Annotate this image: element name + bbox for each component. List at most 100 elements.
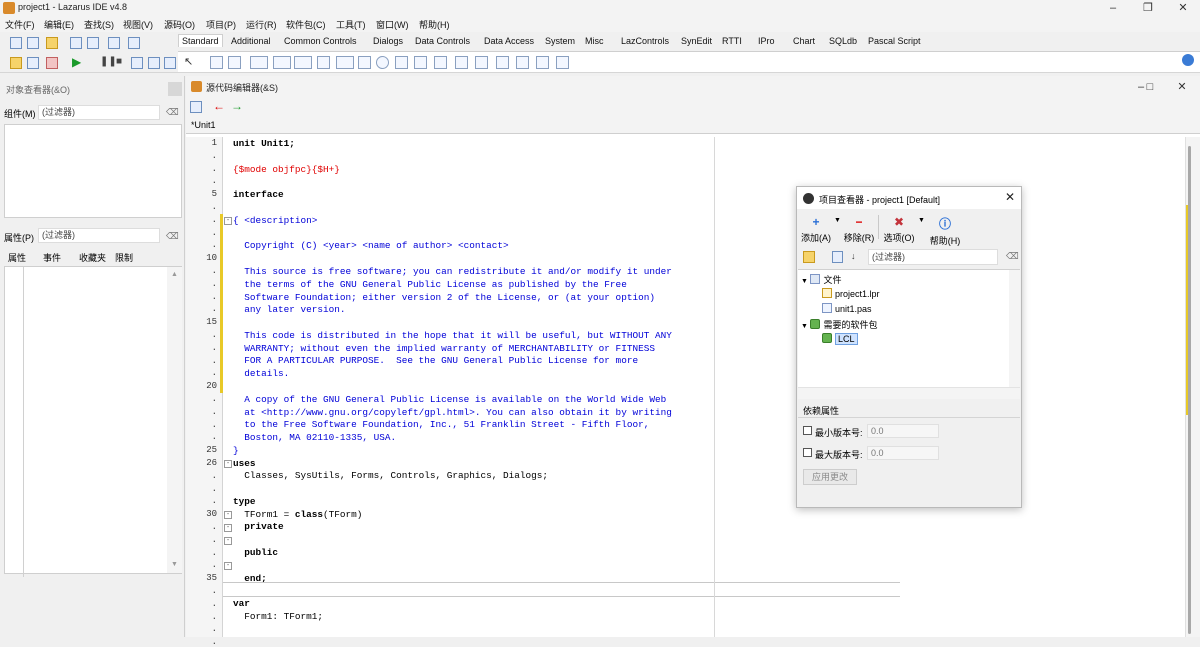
open-folder-icon[interactable]	[803, 251, 815, 263]
menu-window[interactable]: 窗口(W)	[376, 18, 409, 31]
step-over-icon[interactable]	[148, 57, 160, 69]
build-mode-icon[interactable]	[46, 57, 58, 69]
tradiobutton-icon[interactable]	[376, 56, 389, 69]
menu-view[interactable]: 视图(V)	[123, 18, 153, 31]
maximize-button[interactable]: ❐	[1131, 0, 1165, 17]
fold-toggle-icon[interactable]: -	[224, 524, 232, 532]
palette-tab-common-controls[interactable]: Common Controls	[284, 36, 357, 46]
palette-tab-standard[interactable]: Standard	[178, 34, 223, 47]
editor-scroll-thumb[interactable]	[1188, 146, 1191, 634]
remove-button[interactable]: − 移除(R)	[841, 209, 877, 247]
menu-source[interactable]: 源码(O)	[164, 18, 195, 31]
fold-toggle-icon[interactable]: -	[224, 511, 232, 520]
palette-tab-rtti[interactable]: RTTI	[722, 36, 742, 46]
view-forms-icon[interactable]	[10, 57, 22, 69]
tedit-icon[interactable]	[294, 56, 312, 69]
menu-run[interactable]: 运行(R)	[246, 18, 277, 31]
palette-tab-lazcontrols[interactable]: LazControls	[621, 36, 669, 46]
tgroupbox-icon[interactable]	[455, 56, 468, 69]
stop-icon[interactable]: ■	[116, 56, 122, 67]
sort-alpha-icon[interactable]: ↓	[851, 251, 856, 261]
property-grid-scrollbar[interactable]: ▲ ▼	[167, 267, 182, 573]
tcombobox-icon[interactable]	[414, 56, 427, 69]
pause-icon[interactable]: ❚❚	[100, 56, 117, 67]
tab-favorites[interactable]: 收藏夹	[79, 251, 106, 264]
jump-forward-icon[interactable]: →	[231, 99, 243, 113]
tab-properties[interactable]: 属性	[8, 251, 26, 264]
tab-restricted[interactable]: 限制	[115, 251, 133, 264]
tree-node-packages[interactable]: ▼ 需要的软件包	[801, 318, 877, 331]
menu-package[interactable]: 软件包(C)	[286, 18, 326, 31]
menu-help[interactable]: 帮助(H)	[419, 18, 450, 31]
tactionlist-icon[interactable]	[556, 56, 569, 69]
tpopupmenu-icon[interactable]	[228, 56, 241, 69]
fold-toggle-icon[interactable]: -	[224, 460, 232, 468]
options-dropdown-icon[interactable]: ▼	[918, 217, 925, 224]
clear-filter-icon[interactable]: ⌫	[166, 107, 179, 118]
menu-tools[interactable]: 工具(T)	[336, 18, 366, 31]
fold-toggle-icon[interactable]: -	[224, 216, 232, 225]
tpanel-icon[interactable]	[516, 56, 529, 69]
palette-tab-misc[interactable]: Misc	[585, 36, 604, 46]
tree-node-files[interactable]: ▼ 文件	[801, 273, 841, 286]
max-version-checkbox[interactable]	[803, 448, 812, 457]
project-tree[interactable]: ▼ 文件 project1.lpr unit1.pas ▼ 需要的软件包 LCL	[798, 269, 1020, 389]
fold-toggle-icon[interactable]: -	[224, 562, 232, 571]
save-all-icon[interactable]	[87, 37, 99, 49]
property-grid[interactable]: ▲ ▼	[4, 266, 182, 577]
tframe-icon[interactable]	[536, 56, 549, 69]
tscrollbar-icon[interactable]	[434, 56, 447, 69]
step-into-icon[interactable]	[131, 57, 143, 69]
clear-props-filter-icon[interactable]: ⌫	[166, 231, 179, 242]
apply-changes-button[interactable]: 应用更改	[803, 469, 857, 485]
view-units-icon[interactable]	[128, 37, 140, 49]
expand-icon[interactable]: ▼	[801, 323, 808, 330]
clear-project-filter-icon[interactable]: ⌫	[1006, 251, 1019, 262]
min-version-input[interactable]: 0.0	[867, 424, 939, 438]
tree-node-unit1-pas[interactable]: unit1.pas	[822, 303, 872, 314]
tree-node-project1-lpr[interactable]: project1.lpr	[822, 288, 880, 299]
tradiogroup-icon[interactable]	[475, 56, 488, 69]
palette-tab-data-access[interactable]: Data Access	[484, 36, 534, 46]
component-tree[interactable]	[4, 124, 182, 218]
expand-icon[interactable]: ▼	[801, 278, 808, 285]
toggle-form-icon[interactable]	[108, 37, 120, 49]
min-version-checkbox[interactable]	[803, 426, 812, 435]
object-inspector-pin-icon[interactable]	[168, 82, 182, 96]
editor-close-button[interactable]: ✕	[1170, 79, 1194, 96]
tmemo-icon[interactable]	[317, 56, 330, 69]
jump-list-icon[interactable]	[190, 101, 202, 113]
props-filter-input[interactable]: (过滤器)	[38, 228, 160, 243]
options-button[interactable]: ✖ 选项(O)	[881, 209, 917, 247]
tmainmenu-icon[interactable]	[210, 56, 223, 69]
tcheckgroup-icon[interactable]	[496, 56, 509, 69]
project-icon[interactable]	[27, 57, 39, 69]
palette-tab-additional[interactable]: Additional	[231, 36, 271, 46]
tlabel-icon[interactable]	[273, 56, 291, 69]
palette-tab-system[interactable]: System	[545, 36, 575, 46]
new-form-icon[interactable]	[27, 37, 39, 49]
components-filter-input[interactable]: (过滤器)	[38, 105, 160, 120]
menu-file[interactable]: 文件(F)	[5, 18, 35, 31]
sort-icon[interactable]	[832, 251, 843, 263]
add-button[interactable]: + 添加(A)	[799, 209, 833, 247]
scroll-up-icon[interactable]: ▲	[171, 271, 178, 278]
palette-tab-sqldb[interactable]: SQLdb	[829, 36, 857, 46]
palette-tab-ipro[interactable]: IPro	[758, 36, 775, 46]
fold-toggle-icon[interactable]: -	[224, 536, 232, 545]
project-filter-input[interactable]: (过滤器)	[868, 249, 998, 265]
open-icon[interactable]	[46, 37, 58, 49]
add-dropdown-icon[interactable]: ▼	[834, 217, 841, 224]
tlistbox-icon[interactable]	[395, 56, 408, 69]
tab-events[interactable]: 事件	[43, 251, 61, 264]
editor-maximize-button[interactable]: □	[1138, 79, 1162, 96]
scroll-down-icon[interactable]: ▼	[171, 561, 178, 568]
max-version-input[interactable]: 0.0	[867, 446, 939, 460]
tree-vertical-scrollbar[interactable]	[1009, 270, 1020, 388]
tcheckbox-icon[interactable]	[358, 56, 371, 69]
palette-tab-chart[interactable]: Chart	[793, 36, 815, 46]
tree-node-lcl[interactable]: LCL	[822, 333, 858, 345]
pointer-tool-icon[interactable]: ↖	[184, 55, 193, 68]
run-icon[interactable]: ▶	[72, 55, 81, 69]
editor-tab-unit1[interactable]: *Unit1	[191, 120, 216, 130]
